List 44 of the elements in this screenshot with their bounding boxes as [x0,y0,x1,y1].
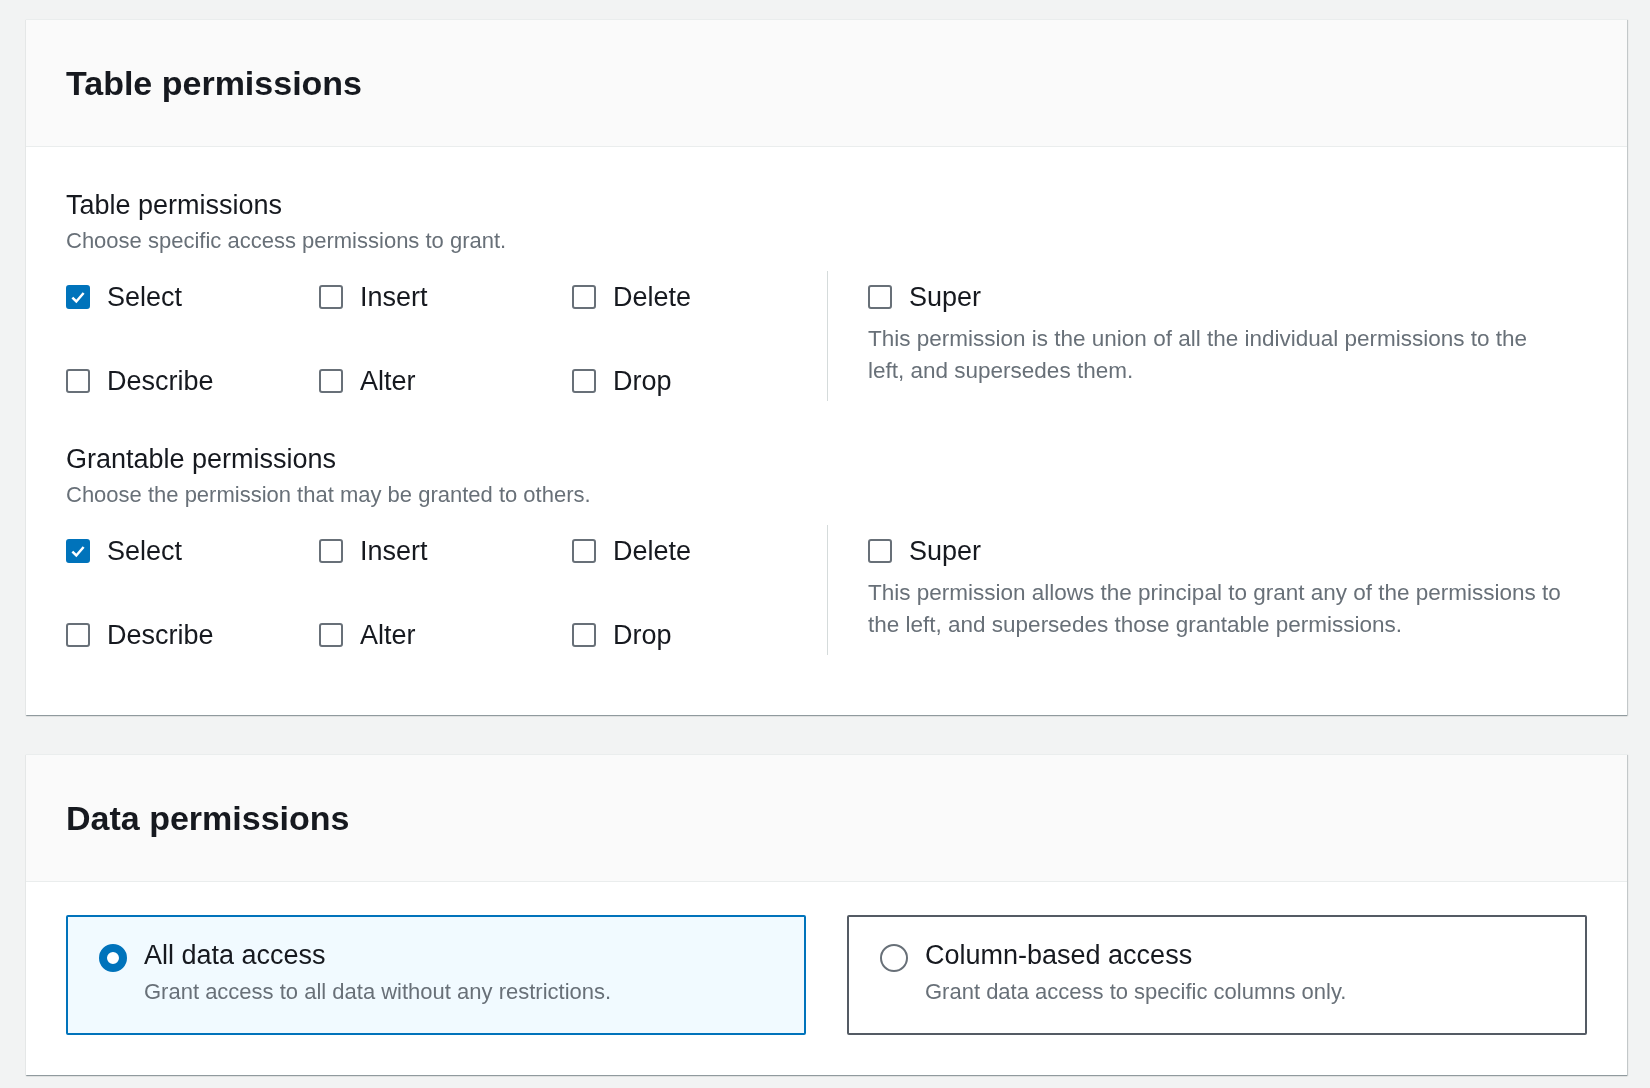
checkbox[interactable] [319,623,343,647]
group-description: Choose the permission that may be granted to others. [66,481,592,509]
checkbox[interactable] [572,285,596,309]
checkbox-label: Delete [613,535,692,567]
checkbox-label: Select [107,281,183,313]
group-description: Choose specific access permissions to grant. [66,227,508,255]
checkbox[interactable] [572,369,596,393]
checkbox[interactable] [319,285,343,309]
option-description: This permission allows the principal to grant any of the permissions to the left, and supersedes those grantable permissions. [868,579,1562,639]
checkbox[interactable] [868,539,892,563]
checkbox[interactable] [572,539,596,563]
group-label: Table permissions [66,189,284,222]
checkbox-label: Alter [360,619,416,651]
radio-button[interactable] [880,944,908,972]
checkbox-label: Insert [360,535,428,567]
checkbox-label: Describe [107,619,214,651]
checkbox-label: Select [107,535,183,567]
checkbox-label: Delete [613,281,692,313]
checkbox-label: Drop [613,365,672,397]
checkbox-label: Alter [360,365,416,397]
radio-description: Grant data access to specific columns only. [925,978,1347,1006]
checkbox[interactable] [66,369,90,393]
checkbox[interactable] [319,369,343,393]
radio-description: Grant access to all data without any restrictions. [144,978,612,1006]
checkbox[interactable] [319,539,343,563]
option-description: This permission is the union of all the individual permissions to the left, and supersedes them. [868,325,1529,385]
radio-label: All data access [144,939,327,972]
checkbox[interactable] [66,539,90,563]
checkbox-label: Super [909,281,982,313]
checkbox-label: Drop [613,619,672,651]
checkbox[interactable] [868,285,892,309]
radio-label: Column-based access [925,939,1194,972]
checkbox-label: Insert [360,281,428,313]
checkbox[interactable] [66,623,90,647]
checkbox[interactable] [66,285,90,309]
checkbox[interactable] [572,623,596,647]
checkbox-label: Super [909,535,982,567]
radio-card[interactable]: Column-based access Grant data access to specific columns only. [847,915,1587,1035]
group-label: Grantable permissions [66,443,338,476]
radio-button[interactable] [99,944,127,972]
radio-card[interactable]: All data access Grant access to all data without any restrictions. [66,915,806,1035]
panel-title: Table permissions [66,63,363,103]
panel-title: Data permissions [66,798,350,838]
checkbox-label: Describe [107,365,214,397]
